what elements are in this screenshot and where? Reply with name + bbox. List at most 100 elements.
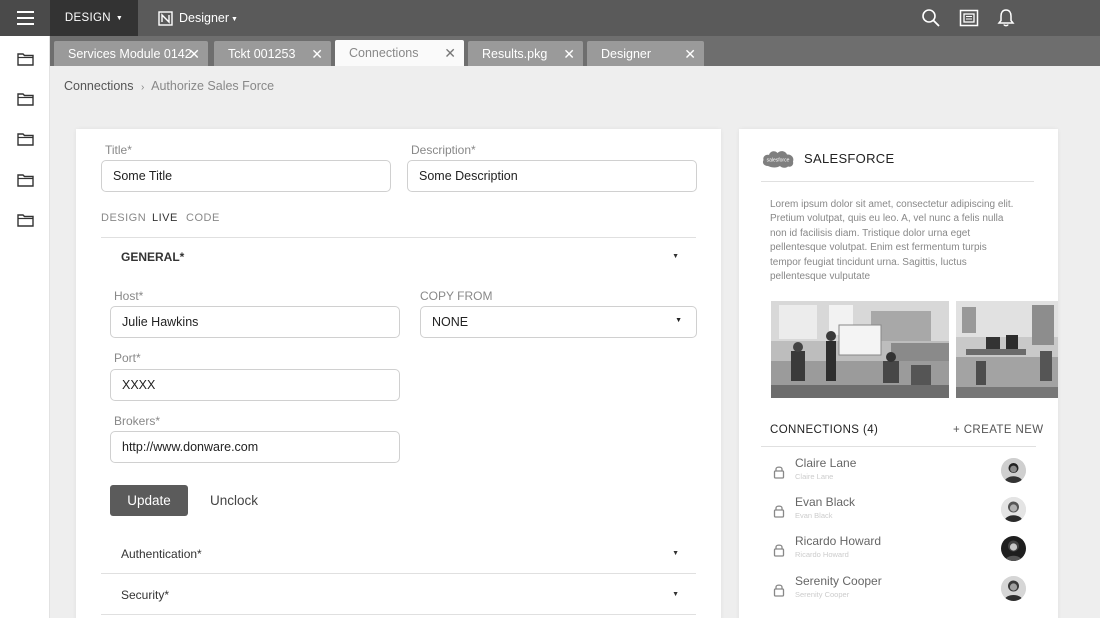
title-input[interactable]: Some Title (101, 160, 391, 192)
breadcrumb-separator: › (140, 82, 145, 93)
connection-name: Ricardo Howard (795, 534, 882, 548)
divider (101, 614, 696, 615)
breadcrumb-current: Authorize Sales Force (151, 79, 275, 93)
security-section-toggle[interactable]: Security* ▼ (101, 576, 696, 614)
connection-item[interactable]: Ricardo Howard Ricardo Howard (761, 533, 1036, 569)
host-input-value: Julie Hawkins (122, 315, 199, 329)
tab-results-pkg[interactable]: Results.pkg ✕ (468, 41, 583, 66)
tab-services-module[interactable]: Services Module 0142 ✕ (54, 41, 208, 66)
salesforce-description: Lorem ipsum dolor sit amet, consectetur … (770, 199, 1014, 283)
lock-icon (773, 544, 785, 557)
tab-connections[interactable]: Connections ✕ (335, 40, 464, 66)
divider (761, 446, 1036, 447)
connection-subtitle: Serenity Cooper (795, 590, 850, 599)
tab-label: Results.pkg (482, 46, 548, 61)
salesforce-panel: salesforce SALESFORCE Lorem ipsum dolor … (739, 129, 1058, 618)
avatar (1001, 458, 1026, 483)
connection-item[interactable]: Evan Black Evan Black (761, 494, 1036, 530)
module-switcher[interactable]: DESIGN ▼ (50, 0, 138, 36)
salesforce-title: SALESFORCE (804, 151, 895, 166)
office-meeting-photo (771, 301, 949, 398)
salesforce-logo-text: salesforce (767, 158, 790, 164)
general-section-label: GENERAL* (121, 250, 185, 264)
general-section-toggle[interactable]: GENERAL* ▼ (101, 238, 696, 276)
search-icon[interactable] (921, 8, 941, 28)
designer-app-icon (158, 10, 173, 26)
folder-icon[interactable] (17, 213, 34, 227)
copy-from-select-value: NONE (432, 315, 469, 329)
mode-tab-design[interactable]: DESIGN (101, 212, 146, 224)
folder-icon[interactable] (17, 52, 34, 66)
security-section-label: Security* (121, 588, 170, 602)
connections-count-label: CONNECTIONS (4) (770, 424, 879, 436)
host-input[interactable]: Julie Hawkins (110, 306, 400, 338)
connection-item[interactable]: Claire Lane Claire Lane (761, 455, 1036, 491)
sidebar (0, 36, 50, 618)
avatar (1001, 576, 1026, 601)
divider (101, 573, 696, 574)
salesforce-logo: salesforce (762, 151, 794, 168)
tab-designer[interactable]: Designer ✕ (587, 41, 704, 66)
title-label: Title* (105, 143, 132, 157)
module-switcher-label: DESIGN (64, 12, 111, 24)
tab-label: Designer (601, 46, 652, 61)
tab-bar: Services Module 0142 ✕ Tckt 001253 ✕ Con… (50, 36, 1100, 66)
mode-tab-code[interactable]: CODE (186, 212, 220, 224)
port-input-value: XXXX (122, 378, 156, 392)
close-icon[interactable]: ✕ (684, 46, 696, 63)
close-icon[interactable]: ✕ (563, 46, 575, 63)
caret-down-icon: ▼ (675, 317, 682, 324)
divider (761, 181, 1034, 182)
office-workspace-photo (956, 301, 1058, 398)
tab-label: Connections (349, 46, 419, 60)
avatar (1001, 497, 1026, 522)
connection-item[interactable]: Serenity Cooper Serenity Cooper (761, 573, 1036, 609)
brokers-input[interactable]: http://www.donware.com (110, 431, 400, 463)
folder-icon[interactable] (17, 173, 34, 187)
folder-icon[interactable] (17, 132, 34, 146)
description-input[interactable]: Some Description (407, 160, 697, 192)
brokers-input-value: http://www.donware.com (122, 440, 259, 454)
authentication-section-toggle[interactable]: Authentication* ▼ (101, 535, 696, 573)
caret-down-icon: ▼ (231, 16, 238, 23)
connection-subtitle: Evan Black (795, 511, 833, 520)
close-icon[interactable]: ✕ (311, 46, 323, 63)
connection-subtitle: Ricardo Howard (795, 550, 849, 559)
unclock-button[interactable]: Unclock (210, 493, 258, 508)
tab-label: Tckt 001253 (228, 46, 296, 61)
breadcrumb: Connections › Authorize Sales Force (64, 79, 274, 93)
bell-icon[interactable] (996, 8, 1016, 28)
app-switcher[interactable]: Designer ▼ (158, 0, 238, 36)
description-input-value: Some Description (419, 169, 518, 183)
hamburger-menu-button[interactable] (0, 0, 50, 36)
caret-down-icon: ▼ (672, 550, 679, 557)
port-input[interactable]: XXXX (110, 369, 400, 401)
port-label: Port* (114, 351, 141, 365)
description-label: Description* (411, 143, 476, 157)
close-icon[interactable]: ✕ (444, 45, 456, 62)
app-switcher-label: Designer (179, 11, 230, 25)
title-input-value: Some Title (113, 169, 173, 183)
lock-icon (773, 466, 785, 479)
top-bar: DESIGN ▼ Designer ▼ (0, 0, 1100, 36)
hamburger-icon (16, 17, 34, 19)
folder-icon[interactable] (17, 92, 34, 106)
gallery-icon[interactable] (959, 8, 979, 28)
connection-subtitle: Claire Lane (795, 472, 834, 481)
mode-tab-live[interactable]: LIVE (152, 212, 178, 224)
update-button[interactable]: Update (110, 485, 188, 516)
caret-down-icon: ▼ (115, 14, 124, 22)
host-label: Host* (114, 289, 144, 303)
close-icon[interactable]: ✕ (188, 46, 200, 63)
copy-from-select[interactable]: NONE ▼ (420, 306, 697, 338)
lock-icon (773, 505, 785, 518)
brokers-label: Brokers* (114, 414, 161, 428)
connection-name: Serenity Cooper (795, 574, 882, 588)
avatar (1001, 536, 1026, 561)
tab-tckt[interactable]: Tckt 001253 ✕ (214, 41, 331, 66)
tab-label: Services Module 0142 (68, 46, 192, 61)
create-new-connection-button[interactable]: + CREATE NEW (953, 424, 1044, 436)
connection-name: Claire Lane (795, 456, 857, 470)
breadcrumb-parent-link[interactable]: Connections (64, 79, 134, 93)
caret-down-icon: ▼ (672, 591, 679, 598)
